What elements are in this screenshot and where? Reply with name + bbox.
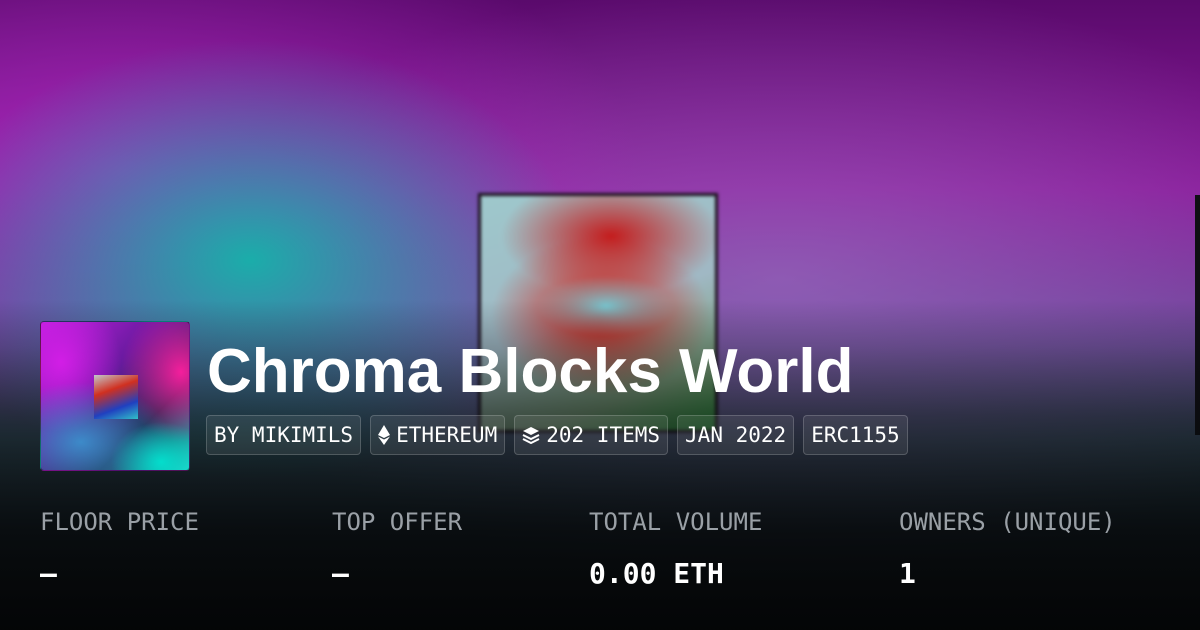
stat-label: TOTAL VOLUME (589, 508, 763, 536)
stat-floor-price: FLOOR PRICE — (40, 505, 199, 591)
stat-label: OWNERS (UNIQUE) (899, 508, 1116, 536)
collection-logo (40, 321, 190, 471)
date-label: JAN 2022 (685, 423, 787, 447)
collection-logo-inner-image (94, 375, 138, 419)
items-chip: 202 ITEMS (514, 415, 669, 455)
collection-title: Chroma Blocks World (207, 337, 854, 406)
stat-label: TOP OFFER (332, 508, 463, 536)
stat-value: — (40, 557, 57, 590)
stat-value: 0.00 ETH (589, 557, 724, 590)
collection-info-chips: BY MIKIMILS ETHEREUM 202 ITEMS JAN 2022 … (206, 415, 908, 455)
stat-top-offer: TOP OFFER — (332, 505, 462, 591)
creator-chip: BY MIKIMILS (206, 415, 362, 455)
standard-chip: ERC1155 (803, 415, 908, 455)
token-standard-label: ERC1155 (811, 423, 900, 447)
ethereum-icon (378, 425, 391, 445)
chain-chip: ETHEREUM (370, 415, 506, 455)
stat-label: FLOOR PRICE (40, 508, 199, 536)
stat-total-volume: TOTAL VOLUME 0.00 ETH (589, 505, 762, 591)
stat-value: 1 (899, 557, 916, 590)
stat-value: — (332, 557, 349, 590)
stat-owners: OWNERS (UNIQUE) 1 (899, 505, 1116, 591)
items-count-label: 202 ITEMS (546, 423, 661, 447)
date-chip: JAN 2022 (677, 415, 795, 455)
layers-icon (522, 426, 540, 444)
chain-label: ETHEREUM (396, 423, 498, 447)
creator-label: BY MIKIMILS (214, 423, 354, 447)
